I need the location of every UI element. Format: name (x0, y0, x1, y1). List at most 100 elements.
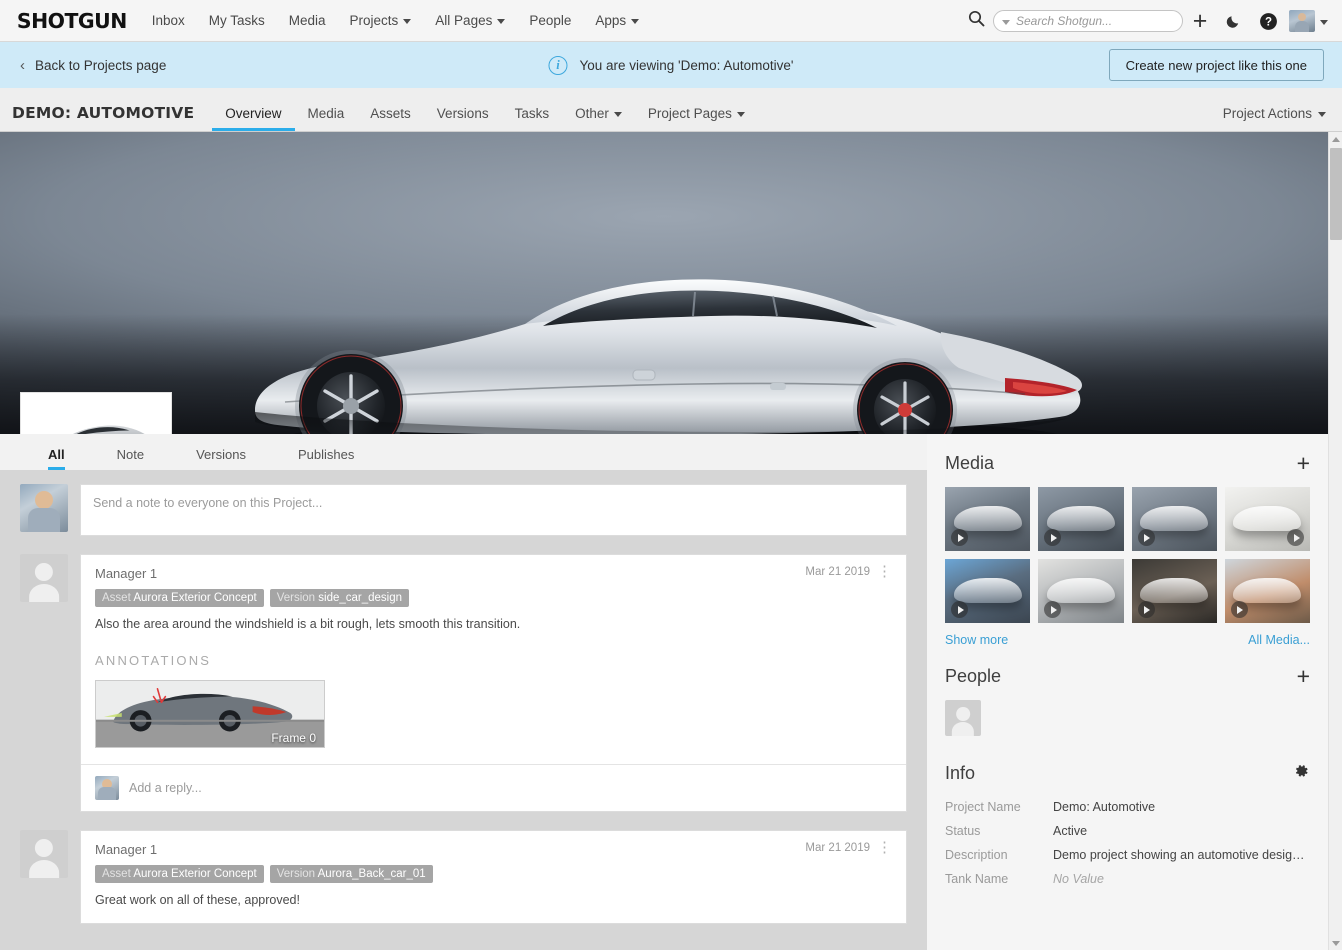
annotation-thumbnail[interactable]: Frame 0 (95, 680, 325, 748)
media-car-shape (1140, 578, 1209, 603)
tab-label: Tasks (514, 106, 550, 121)
play-triangle-icon (1050, 533, 1057, 542)
back-to-projects-link[interactable]: ‹ Back to Projects page (20, 58, 166, 73)
note-input[interactable] (93, 496, 894, 510)
shotgun-logo[interactable]: SHOTGUN (17, 9, 127, 33)
scroll-up-arrow-icon[interactable] (1329, 132, 1342, 146)
feed-tab-note[interactable]: Note (117, 447, 144, 470)
nav-link-all-pages[interactable]: All Pages (435, 13, 506, 28)
create-new-project-button[interactable]: Create new project like this one (1108, 49, 1324, 81)
nav-link-media[interactable]: Media (289, 13, 326, 28)
info-field-value[interactable]: Demo project showing an automotive desig… (1053, 848, 1305, 862)
media-thumbnail-clay-model-covered[interactable] (1224, 559, 1310, 623)
nav-link-label: People (529, 13, 572, 28)
chevron-down-icon[interactable] (1002, 19, 1010, 25)
version-badge[interactable]: Version Aurora_Back_car_01 (269, 865, 433, 883)
search-input[interactable] (1016, 14, 1166, 28)
nav-link-label: Inbox (151, 13, 185, 28)
tab-tasks[interactable]: Tasks (502, 106, 563, 131)
feed-tab-versions[interactable]: Versions (196, 447, 246, 470)
feed-tab-publishes[interactable]: Publishes (298, 447, 354, 470)
more-options-icon[interactable]: ⋮ (877, 564, 892, 579)
info-icon: i (548, 55, 568, 75)
nav-link-my-tasks[interactable]: My Tasks (209, 13, 265, 28)
gear-icon[interactable] (1292, 762, 1310, 785)
search-icon[interactable] (968, 10, 985, 32)
project-actions-menu[interactable]: Project Actions (1223, 106, 1326, 121)
note-author: Manager 1 (95, 842, 158, 857)
asset-badge[interactable]: Asset Aurora Exterior Concept (95, 865, 264, 883)
more-options-icon[interactable]: ⋮ (877, 840, 892, 855)
badge-key: Version (276, 592, 316, 604)
badge-key: Version (276, 868, 316, 880)
chevron-down-icon (736, 112, 745, 117)
tab-versions[interactable]: Versions (424, 106, 502, 131)
search-box[interactable] (993, 10, 1183, 32)
badge-value: side_car_design (318, 592, 403, 604)
avatar[interactable] (945, 700, 981, 736)
scroll-down-arrow-icon[interactable] (1329, 936, 1342, 950)
version-badge[interactable]: Version side_car_design (269, 589, 410, 607)
nav-link-projects[interactable]: Projects (350, 13, 412, 28)
add-person-button[interactable]: + (1297, 665, 1310, 688)
media-thumbnail-car-outdoor-blue-sky[interactable] (945, 559, 1031, 623)
media-thumbnail-car-gullwing-garage[interactable] (1038, 559, 1124, 623)
note-composer[interactable] (80, 484, 907, 536)
play-icon[interactable] (1137, 601, 1155, 618)
all-media-link[interactable]: All Media... (1248, 633, 1310, 647)
tab-label: Other (575, 106, 609, 121)
tab-overview[interactable]: Overview (212, 106, 295, 131)
page-scrollbar[interactable] (1328, 132, 1342, 950)
nav-link-inbox[interactable]: Inbox (152, 13, 185, 28)
play-icon[interactable] (1287, 529, 1304, 546)
play-icon[interactable] (1230, 601, 1248, 618)
play-icon[interactable] (1044, 601, 1062, 618)
add-button[interactable]: + (1183, 0, 1217, 42)
chevron-down-icon (613, 112, 622, 117)
media-thumbnail-car-top-view[interactable] (945, 487, 1031, 551)
asset-badge[interactable]: Asset Aurora Exterior Concept (95, 589, 264, 607)
nav-link-apps[interactable]: Apps (595, 13, 640, 28)
play-triangle-icon (1237, 605, 1244, 614)
help-icon[interactable]: ? (1251, 0, 1285, 42)
avatar (20, 484, 68, 532)
people-section-header: People + (945, 647, 1310, 700)
info-field-value[interactable]: Active (1053, 824, 1087, 838)
nav-link-people[interactable]: People (529, 13, 571, 28)
media-car-shape (1233, 506, 1302, 531)
tab-other[interactable]: Other (562, 106, 635, 131)
moon-icon[interactable] (1217, 0, 1251, 42)
media-thumbnail-clay-model-dark[interactable] (1131, 559, 1217, 623)
play-icon[interactable] (1044, 529, 1062, 546)
media-thumbnail-car-side-view[interactable] (1038, 487, 1124, 551)
note-date: Mar 21 2019 (805, 842, 870, 854)
play-triangle-icon (1144, 533, 1150, 542)
media-thumbnail-car-studio-doors-open[interactable] (1224, 487, 1310, 551)
avatar[interactable] (1289, 10, 1315, 32)
media-thumbnail-car-rear-three-quarter[interactable] (1131, 487, 1217, 551)
tab-project-pages[interactable]: Project Pages (635, 106, 758, 131)
reply-input[interactable] (129, 781, 892, 795)
show-more-link[interactable]: Show more (945, 633, 1008, 647)
chevron-down-icon[interactable] (1320, 19, 1328, 25)
tab-media[interactable]: Media (295, 106, 358, 131)
chevron-down-icon (631, 19, 640, 24)
play-icon[interactable] (951, 601, 968, 618)
play-icon[interactable] (1137, 529, 1155, 546)
badge-key: Asset (102, 868, 131, 880)
svg-text:?: ? (1264, 16, 1271, 28)
chevron-down-icon (1318, 112, 1326, 117)
tab-label: Overview (225, 106, 282, 121)
scrollbar-thumb[interactable] (1330, 148, 1342, 240)
tab-assets[interactable]: Assets (357, 106, 424, 131)
tab-label: Media (307, 106, 345, 121)
feed-tab-all[interactable]: All (48, 447, 65, 470)
info-field-value[interactable]: Demo: Automotive (1053, 800, 1155, 814)
add-media-button[interactable]: + (1297, 452, 1310, 475)
info-field-value[interactable]: No Value (1053, 872, 1104, 886)
right-sidebar: Media + Show more All Media... People + … (927, 434, 1328, 950)
page-title: DEMO: AUTOMOTIVE (12, 104, 195, 122)
activity-feed-tabs: All Note Versions Publishes (0, 434, 927, 470)
play-icon[interactable] (951, 529, 968, 546)
project-thumbnail[interactable] (20, 392, 172, 434)
